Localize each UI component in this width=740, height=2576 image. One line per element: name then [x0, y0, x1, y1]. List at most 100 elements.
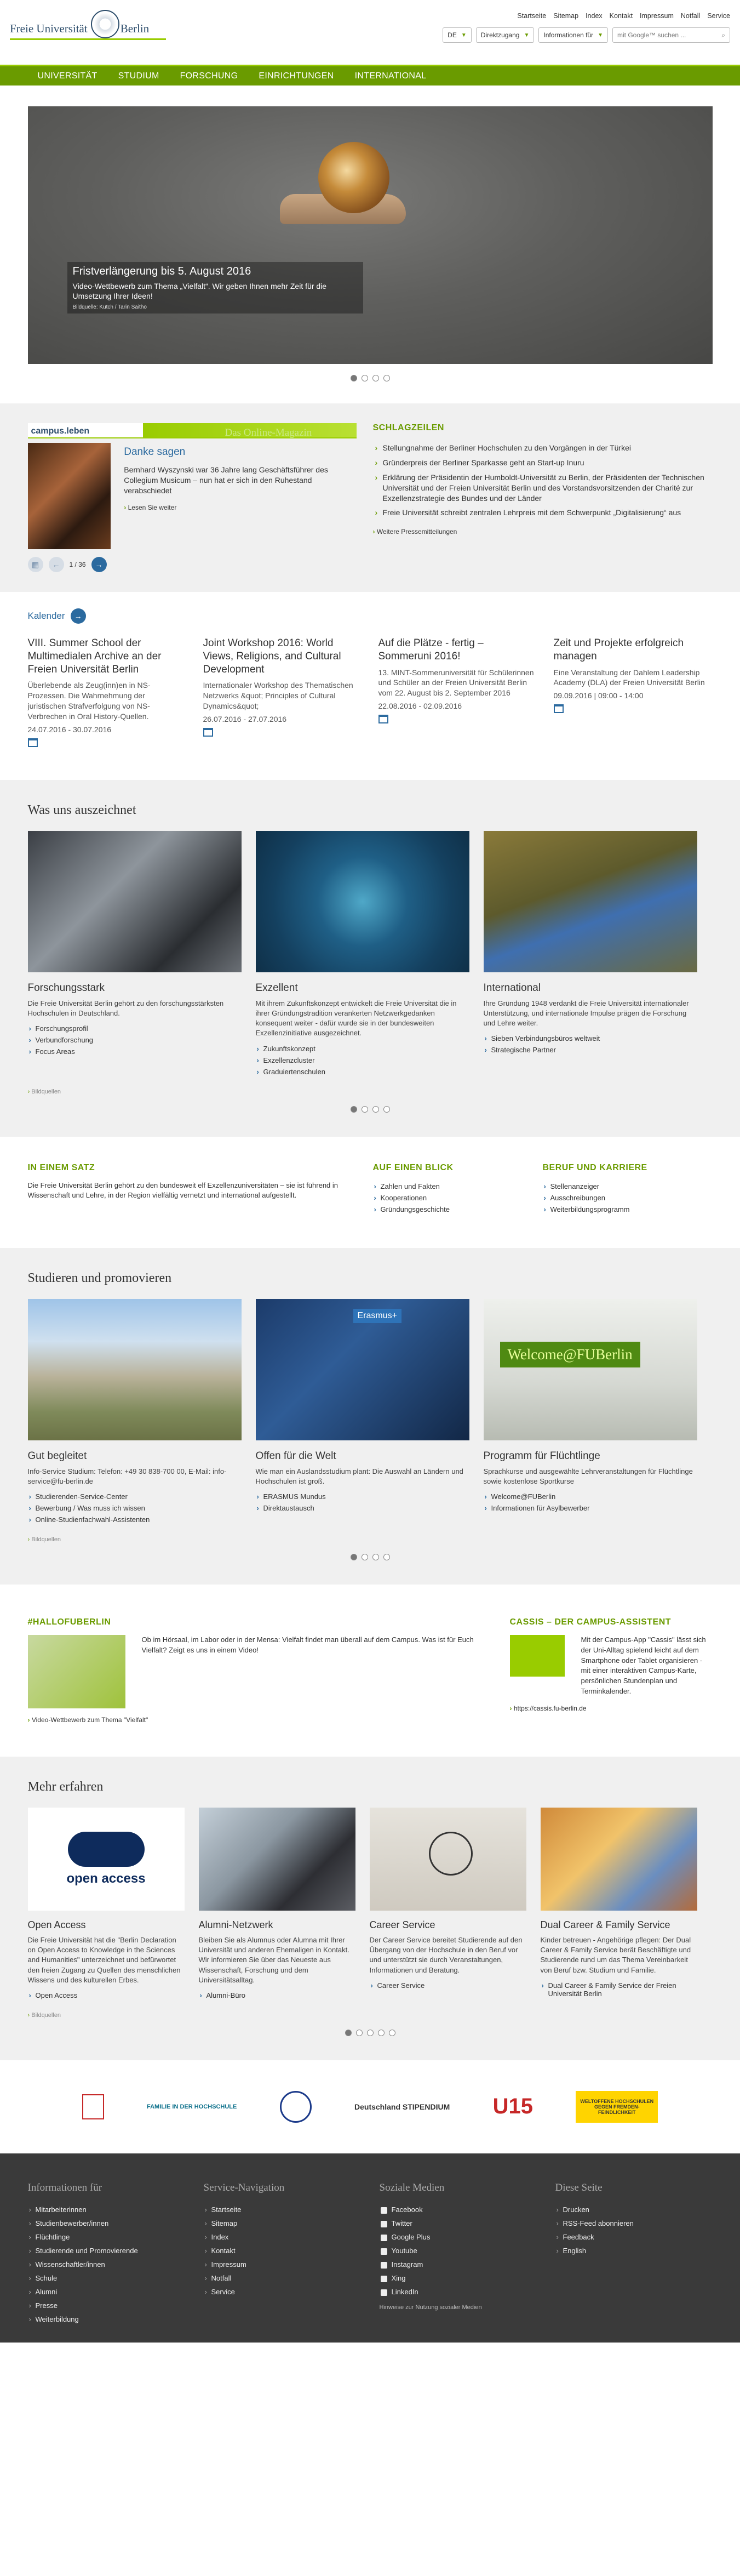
calendar-title[interactable]: Kalender	[28, 611, 65, 622]
video-contest-link[interactable]: Video-Wettbewerb zum Thema "Vielfalt"	[28, 1716, 483, 1724]
calendar-icon[interactable]	[27, 738, 38, 747]
card-link[interactable]: Bewerbung / Was muss ich wissen	[28, 1502, 242, 1514]
cassis-link[interactable]: https://cassis.fu-berlin.de	[510, 1705, 713, 1712]
card-image[interactable]	[369, 1807, 526, 1911]
image-credits-link[interactable]: Bildquellen	[28, 1536, 713, 1543]
calendar-event[interactable]: Joint Workshop 2016: World Views, Religi…	[203, 637, 360, 747]
toplink[interactable]: Service	[707, 12, 730, 20]
campus-leben-logo[interactable]: campus.leben	[31, 426, 90, 436]
footer-link[interactable]: Startseite	[204, 2203, 361, 2216]
footer-link[interactable]: RSS-Feed abonnieren	[555, 2216, 713, 2230]
event-title[interactable]: Auf die Plätze - fertig – Sommeruni 2016…	[378, 637, 535, 663]
slider-dot[interactable]	[366, 2029, 374, 2036]
headline-link[interactable]: Erklärung der Präsidentin der Humboldt-U…	[373, 470, 713, 506]
hero-slider[interactable]: Fristverlängerung bis 5. August 2016 Vid…	[27, 106, 713, 364]
slider-dot[interactable]	[361, 1105, 368, 1113]
blick-link[interactable]: Kooperationen	[373, 1192, 532, 1204]
partner-logo[interactable]	[279, 2090, 312, 2123]
partner-logo[interactable]	[82, 2091, 104, 2123]
card-image[interactable]: open access	[27, 1807, 185, 1911]
card-title[interactable]: Offen für die Welt	[256, 1450, 469, 1462]
partner-logo[interactable]: FAMILIE IN DER HOCHSCHULE	[147, 2091, 237, 2123]
calendar-event[interactable]: Zeit und Projekte erfolgreich managen Ein…	[553, 637, 710, 747]
toplink[interactable]: Index	[586, 12, 603, 20]
slider-dot[interactable]	[350, 375, 357, 381]
slider-dot[interactable]	[361, 375, 368, 381]
language-select[interactable]: DE ▼	[443, 27, 472, 43]
social-media-note[interactable]: Hinweise zur Nutzung sozialer Medien	[380, 2304, 537, 2311]
toplink[interactable]: Sitemap	[553, 12, 578, 20]
image-credits-link[interactable]: Bildquellen	[28, 2012, 713, 2019]
card-link[interactable]: Studierenden-Service-Center	[28, 1491, 242, 1502]
calendar-event[interactable]: VIII. Summer School der Multimedialen Ar…	[27, 637, 185, 747]
card-title[interactable]: Alumni-Netzwerk	[199, 1919, 355, 1931]
slider-dot[interactable]	[383, 1553, 390, 1560]
event-title[interactable]: Zeit und Projekte erfolgreich managen	[554, 637, 710, 663]
next-button[interactable]: →	[91, 557, 107, 572]
youtube-link[interactable]: Youtube	[380, 2244, 537, 2258]
slider-dot[interactable]	[377, 2029, 385, 2036]
partner-logo[interactable]: Deutschland STIPENDIUM	[354, 2091, 450, 2123]
slider-dot[interactable]	[355, 2029, 363, 2036]
beruf-link[interactable]: Ausschreibungen	[543, 1192, 702, 1204]
event-title[interactable]: Joint Workshop 2016: World Views, Religi…	[203, 637, 360, 676]
slider-dot[interactable]	[372, 1105, 379, 1113]
university-logo[interactable]: Freie Universität Berlin	[10, 10, 166, 40]
grid-icon[interactable]: ▦	[27, 557, 43, 572]
card-link[interactable]: Sieben Verbindungsbüros weltweit	[484, 1033, 697, 1044]
cassis-app-icon[interactable]	[509, 1634, 565, 1677]
card-image[interactable]	[483, 830, 697, 972]
footer-link[interactable]: Service	[204, 2285, 361, 2299]
toplink[interactable]: Impressum	[640, 12, 674, 20]
footer-link[interactable]: Kontakt	[204, 2244, 361, 2258]
card-link[interactable]: Verbundforschung	[28, 1034, 242, 1046]
card-title[interactable]: Exzellent	[256, 982, 469, 994]
footer-link[interactable]: Alumni	[28, 2285, 185, 2299]
google-plus-link[interactable]: Google Plus	[380, 2230, 537, 2244]
card-link[interactable]: Welcome@FUBerlin	[484, 1491, 697, 1502]
card-link[interactable]: Direktaustausch	[256, 1502, 469, 1514]
slider-dot[interactable]	[345, 2029, 352, 2036]
calendar-icon[interactable]	[553, 704, 564, 714]
footer-link[interactable]: Feedback	[555, 2230, 713, 2244]
more-press-link[interactable]: Weitere Pressemitteilungen	[373, 528, 713, 535]
xing-link[interactable]: Xing	[380, 2271, 537, 2285]
headline-link[interactable]: Freie Universität schreibt zentralen Leh…	[373, 505, 713, 520]
blick-link[interactable]: Zahlen und Fakten	[373, 1181, 532, 1192]
card-link[interactable]: Exzellenzcluster	[256, 1055, 469, 1066]
slider-dot[interactable]	[372, 1553, 379, 1560]
nav-item[interactable]: UNIVERSITÄT	[28, 66, 107, 86]
footer-link[interactable]: Flüchtlinge	[28, 2230, 185, 2244]
headline-link[interactable]: Gründerpreis der Berliner Sparkasse geht…	[373, 455, 713, 470]
read-more-link[interactable]: Lesen Sie weiter	[124, 504, 356, 511]
campus-leben-image[interactable]	[27, 443, 111, 549]
image-credits-link[interactable]: Bildquellen	[28, 1088, 713, 1095]
headline-link[interactable]: Stellungnahme der Berliner Hochschulen z…	[373, 441, 713, 455]
card-title[interactable]: Gut begleitet	[28, 1450, 242, 1462]
info-for-select[interactable]: Informationen für ▼	[538, 27, 608, 43]
beruf-link[interactable]: Stellenanzeiger	[543, 1181, 702, 1192]
slider-dot[interactable]	[361, 1553, 368, 1560]
campus-leben-headline[interactable]: Danke sagen	[124, 446, 356, 458]
event-title[interactable]: VIII. Summer School der Multimedialen Ar…	[28, 637, 185, 676]
nav-item[interactable]: STUDIUM	[108, 66, 169, 86]
blick-link[interactable]: Gründungsgeschichte	[373, 1204, 532, 1215]
facebook-link[interactable]: Facebook	[380, 2203, 537, 2216]
card-link[interactable]: Zukunftskonzept	[256, 1043, 469, 1055]
beruf-link[interactable]: Weiterbildungsprogramm	[543, 1204, 702, 1215]
card-link[interactable]: Graduiertenschulen	[256, 1066, 469, 1078]
slider-dot[interactable]	[350, 1553, 357, 1560]
toplink[interactable]: Startseite	[517, 12, 546, 20]
card-title[interactable]: Forschungsstark	[28, 982, 242, 994]
footer-link[interactable]: Wissenschaftler/innen	[28, 2258, 185, 2271]
footer-link[interactable]: Schule	[28, 2271, 185, 2285]
card-link[interactable]: Open Access	[28, 1990, 185, 2001]
toplink[interactable]: Kontakt	[610, 12, 633, 20]
prev-button[interactable]: ←	[48, 557, 64, 572]
nav-item[interactable]: EINRICHTUNGEN	[249, 66, 343, 86]
card-link[interactable]: Strategische Partner	[484, 1044, 697, 1056]
partner-logo[interactable]: WELTOFFENE HOCHSCHULEN GEGEN FREMDEN-FEI…	[576, 2090, 658, 2123]
footer-link[interactable]: Mitarbeiterinnen	[28, 2203, 185, 2216]
footer-link[interactable]: English	[555, 2244, 713, 2258]
slider-dot[interactable]	[383, 375, 390, 381]
